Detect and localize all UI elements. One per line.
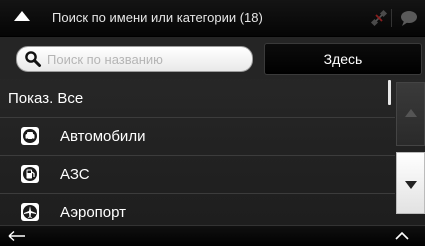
scroll-up-icon	[405, 109, 417, 117]
list-item[interactable]: Автомобили	[0, 118, 395, 156]
satellite-icon[interactable]	[370, 9, 388, 27]
message-icon[interactable]	[399, 9, 419, 27]
scroll-column	[388, 80, 425, 225]
title-bar: Поиск по имени или категории (18)	[0, 0, 425, 37]
search-row: Здесь	[0, 37, 425, 79]
up-arrow-icon[interactable]	[14, 11, 30, 21]
search-input[interactable]	[47, 49, 242, 69]
chevron-up-icon	[395, 231, 409, 240]
list-item-label: Автомобили	[60, 128, 146, 145]
car-icon	[21, 127, 39, 145]
show-all-label: Показ. Все	[8, 90, 84, 107]
back-arrow-icon	[8, 230, 25, 242]
here-button[interactable]: Здесь	[264, 43, 422, 75]
list-item-label: АЗС	[60, 166, 90, 183]
back-button[interactable]	[0, 226, 50, 246]
bottom-bar	[0, 225, 425, 246]
fuel-station-icon	[21, 165, 39, 183]
scrollbar-thumb[interactable]	[388, 80, 391, 105]
show-all-row[interactable]: Показ. Все	[0, 80, 395, 118]
list-item-label: Аэропорт	[60, 204, 127, 221]
search-box[interactable]	[16, 46, 253, 72]
expand-up-button[interactable]	[380, 226, 425, 246]
airport-icon	[21, 203, 39, 221]
category-list: Показ. Все Автомобили АЗС Аэропорт	[0, 80, 395, 225]
scroll-down-icon	[405, 181, 417, 189]
title-separator	[391, 9, 392, 27]
search-icon	[25, 51, 41, 67]
poi-search-screen: Поиск по имени или категории (18) Здесь …	[0, 0, 425, 246]
scroll-down-button[interactable]	[396, 152, 425, 214]
page-title: Поиск по имени или категории (18)	[52, 10, 263, 25]
scroll-up-button[interactable]	[396, 82, 425, 146]
list-item[interactable]: АЗС	[0, 156, 395, 194]
list-item[interactable]: Аэропорт	[0, 194, 395, 225]
